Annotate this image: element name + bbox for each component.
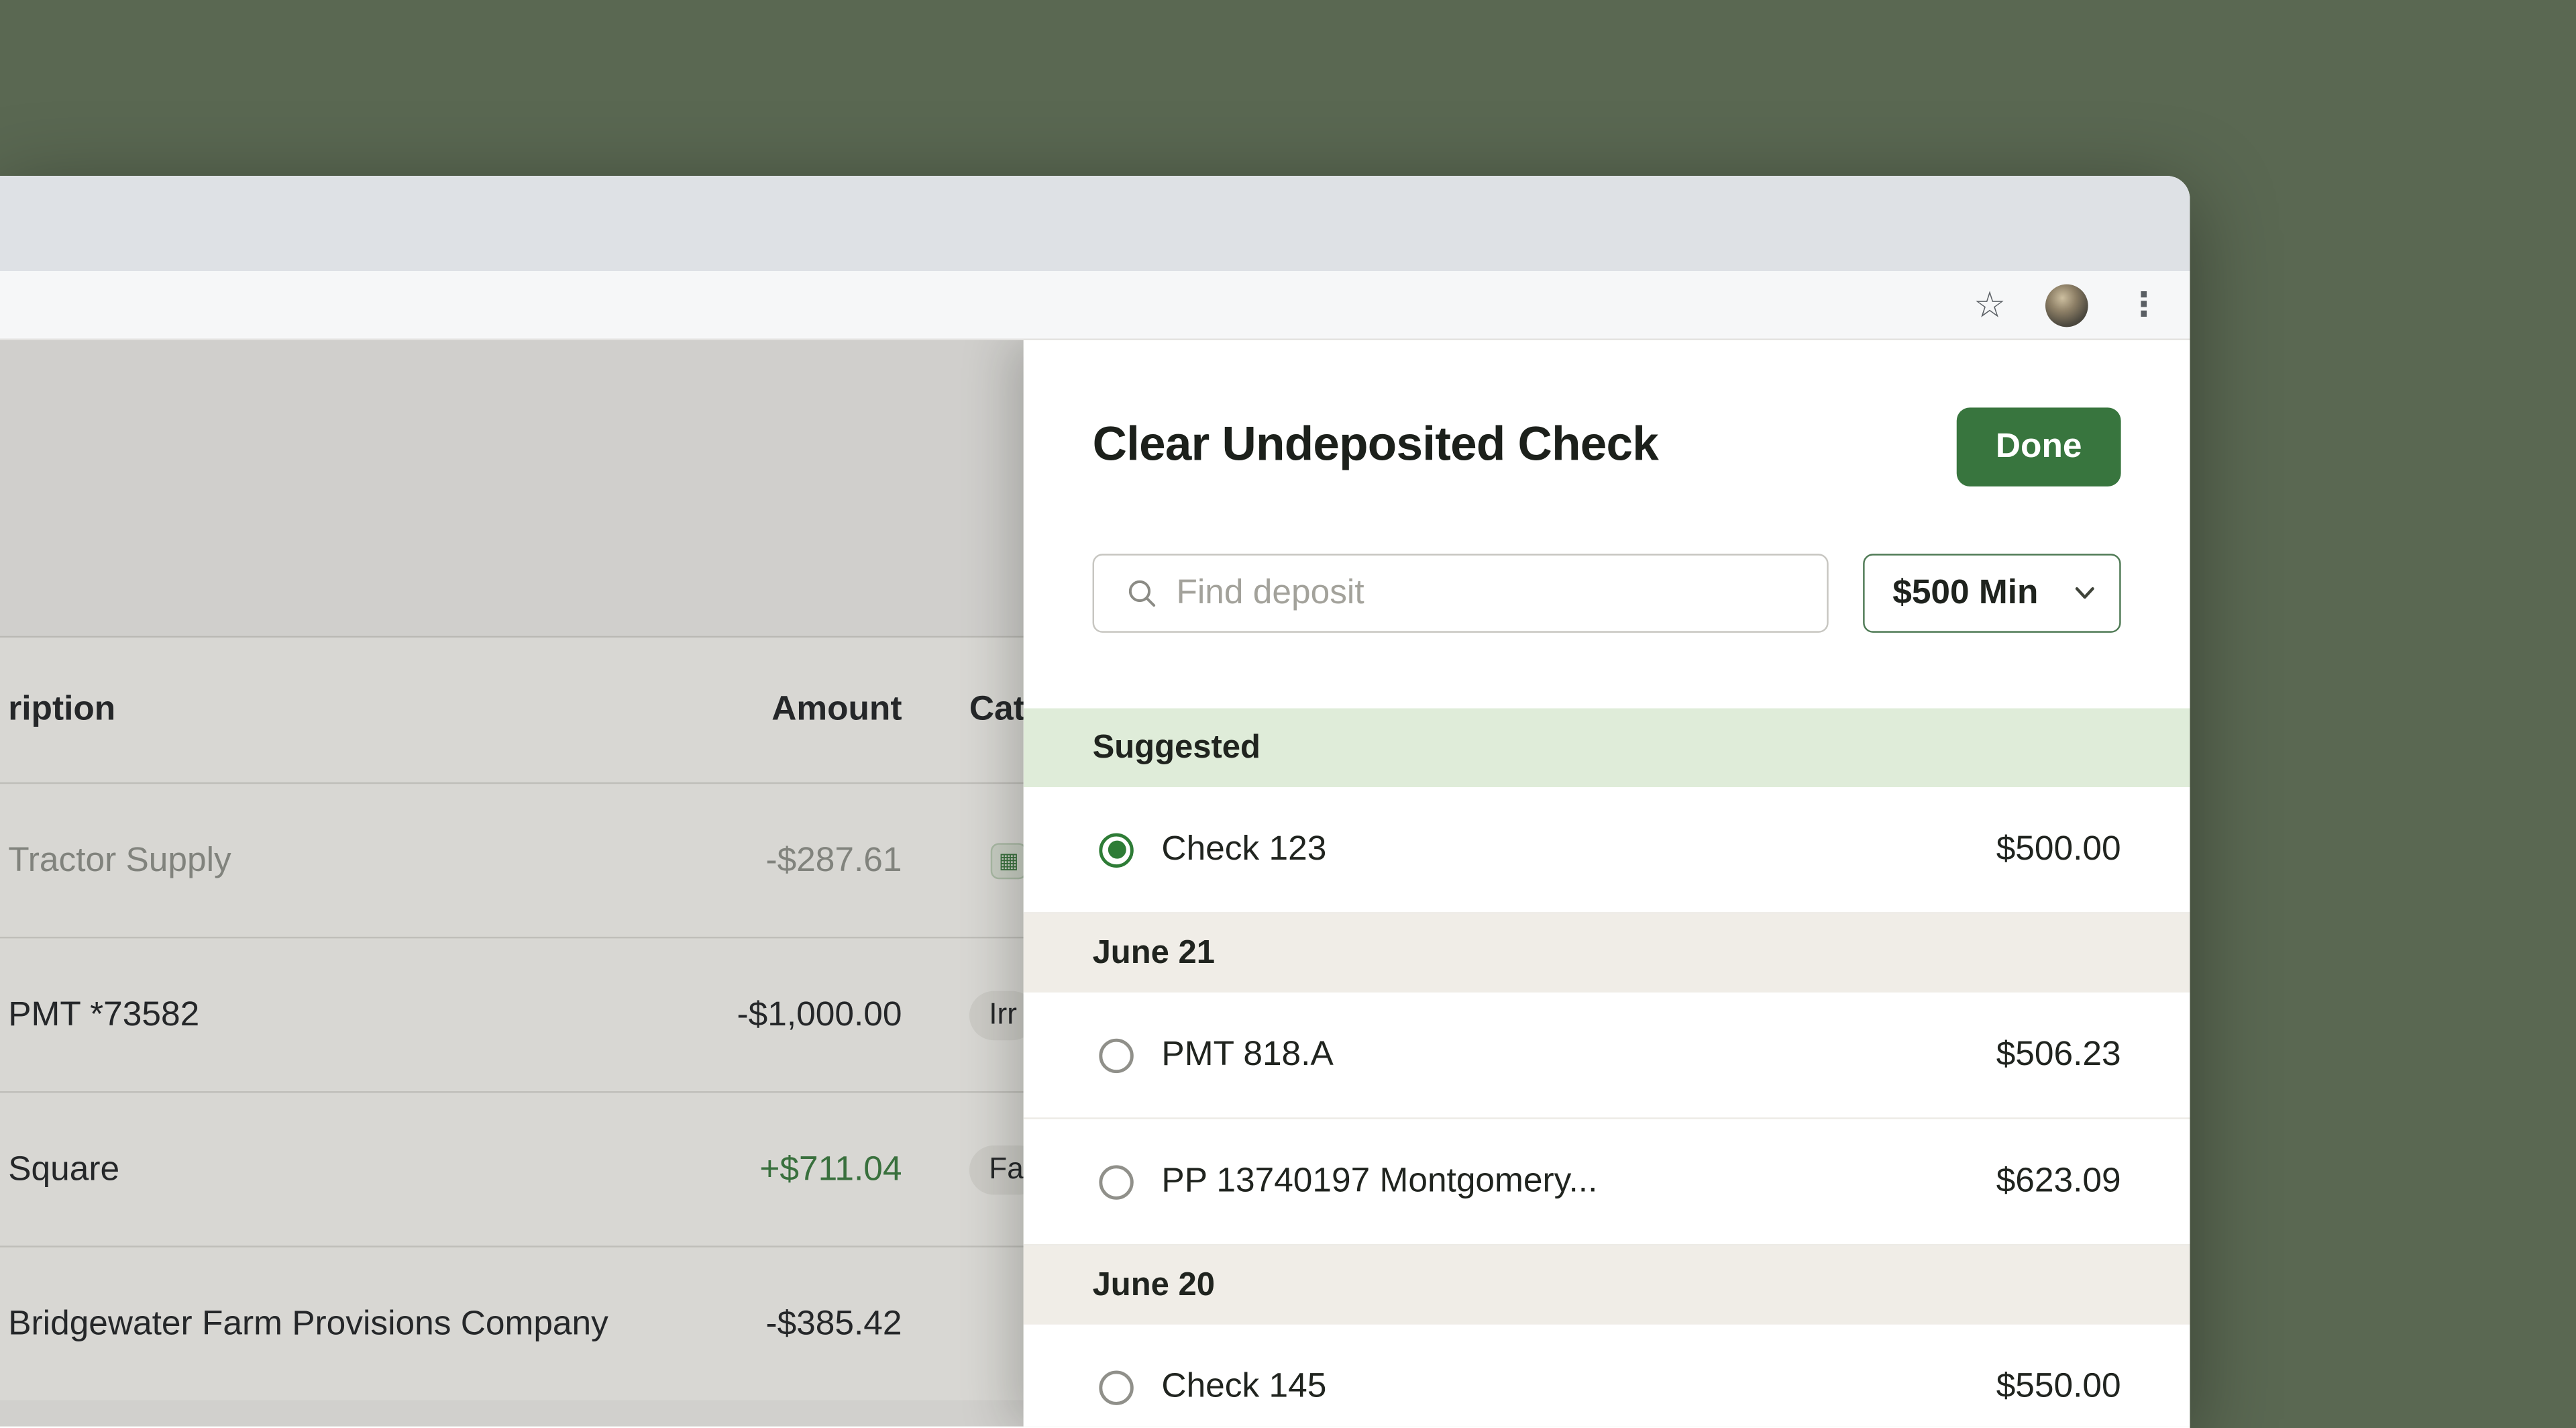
done-button[interactable]: Done [1956,407,2121,487]
browser-tab-strip [0,176,2190,272]
browser-toolbar: ☆ ⋮ [0,271,2190,340]
radio-selected-icon[interactable] [1099,832,1134,867]
deposit-amount: $500.00 [1996,829,2121,868]
drawer-title: Clear Undeposited Check [1092,419,1659,472]
browser-menu-icon[interactable]: ⋮ [2127,289,2160,321]
profile-avatar[interactable] [2045,283,2088,327]
deposit-option-check-123[interactable]: Check 123 $500.00 [1023,787,2190,914]
deposit-amount: $623.09 [1996,1162,2121,1200]
amount-filter-value: $500 Min [1892,573,2039,612]
chevron-down-icon [2075,587,2094,599]
deposit-list: Suggested Check 123 $500.00 June 21 PMT … [1023,708,2190,1427]
radio-unselected-icon[interactable] [1099,1037,1134,1072]
modal-scrim[interactable] [0,340,1024,1427]
deposit-option-pmt-818a[interactable]: PMT 818.A $506.23 [1023,992,2190,1119]
radio-unselected-icon[interactable] [1099,1164,1134,1199]
deposit-name: Check 145 [1161,1367,1327,1405]
section-header-june-21: June 21 [1023,913,2190,993]
search-icon [1128,580,1156,607]
deposit-name: Check 123 [1161,829,1327,868]
search-input[interactable] [1176,573,1827,613]
deposit-name: PMT 818.A [1161,1035,1334,1074]
clear-check-drawer: Clear Undeposited Check Done $500 Min [1023,340,2190,1427]
deposit-amount: $550.00 [1996,1367,2121,1405]
radio-unselected-icon[interactable] [1099,1370,1134,1405]
desktop-backdrop: ☆ ⋮ ription Amount Cat Tractor Supply -$… [0,0,2576,1428]
deposit-option-pp-montgomery[interactable]: PP 13740197 Montgomery... $623.09 [1023,1119,2190,1246]
browser-window: ☆ ⋮ ription Amount Cat Tractor Supply -$… [0,176,2190,1428]
web-content: ription Amount Cat Tractor Supply -$287.… [0,340,2190,1427]
deposit-amount: $506.23 [1996,1035,2121,1074]
bookmark-star-icon[interactable]: ☆ [1974,286,2006,323]
deposit-name: PP 13740197 Montgomery... [1161,1162,1598,1200]
section-header-june-20: June 20 [1023,1245,2190,1325]
section-header-suggested: Suggested [1023,708,2190,788]
search-field[interactable] [1092,554,1829,633]
amount-filter-select[interactable]: $500 Min [1863,554,2121,633]
deposit-option-check-145[interactable]: Check 145 $550.00 [1023,1324,2190,1427]
